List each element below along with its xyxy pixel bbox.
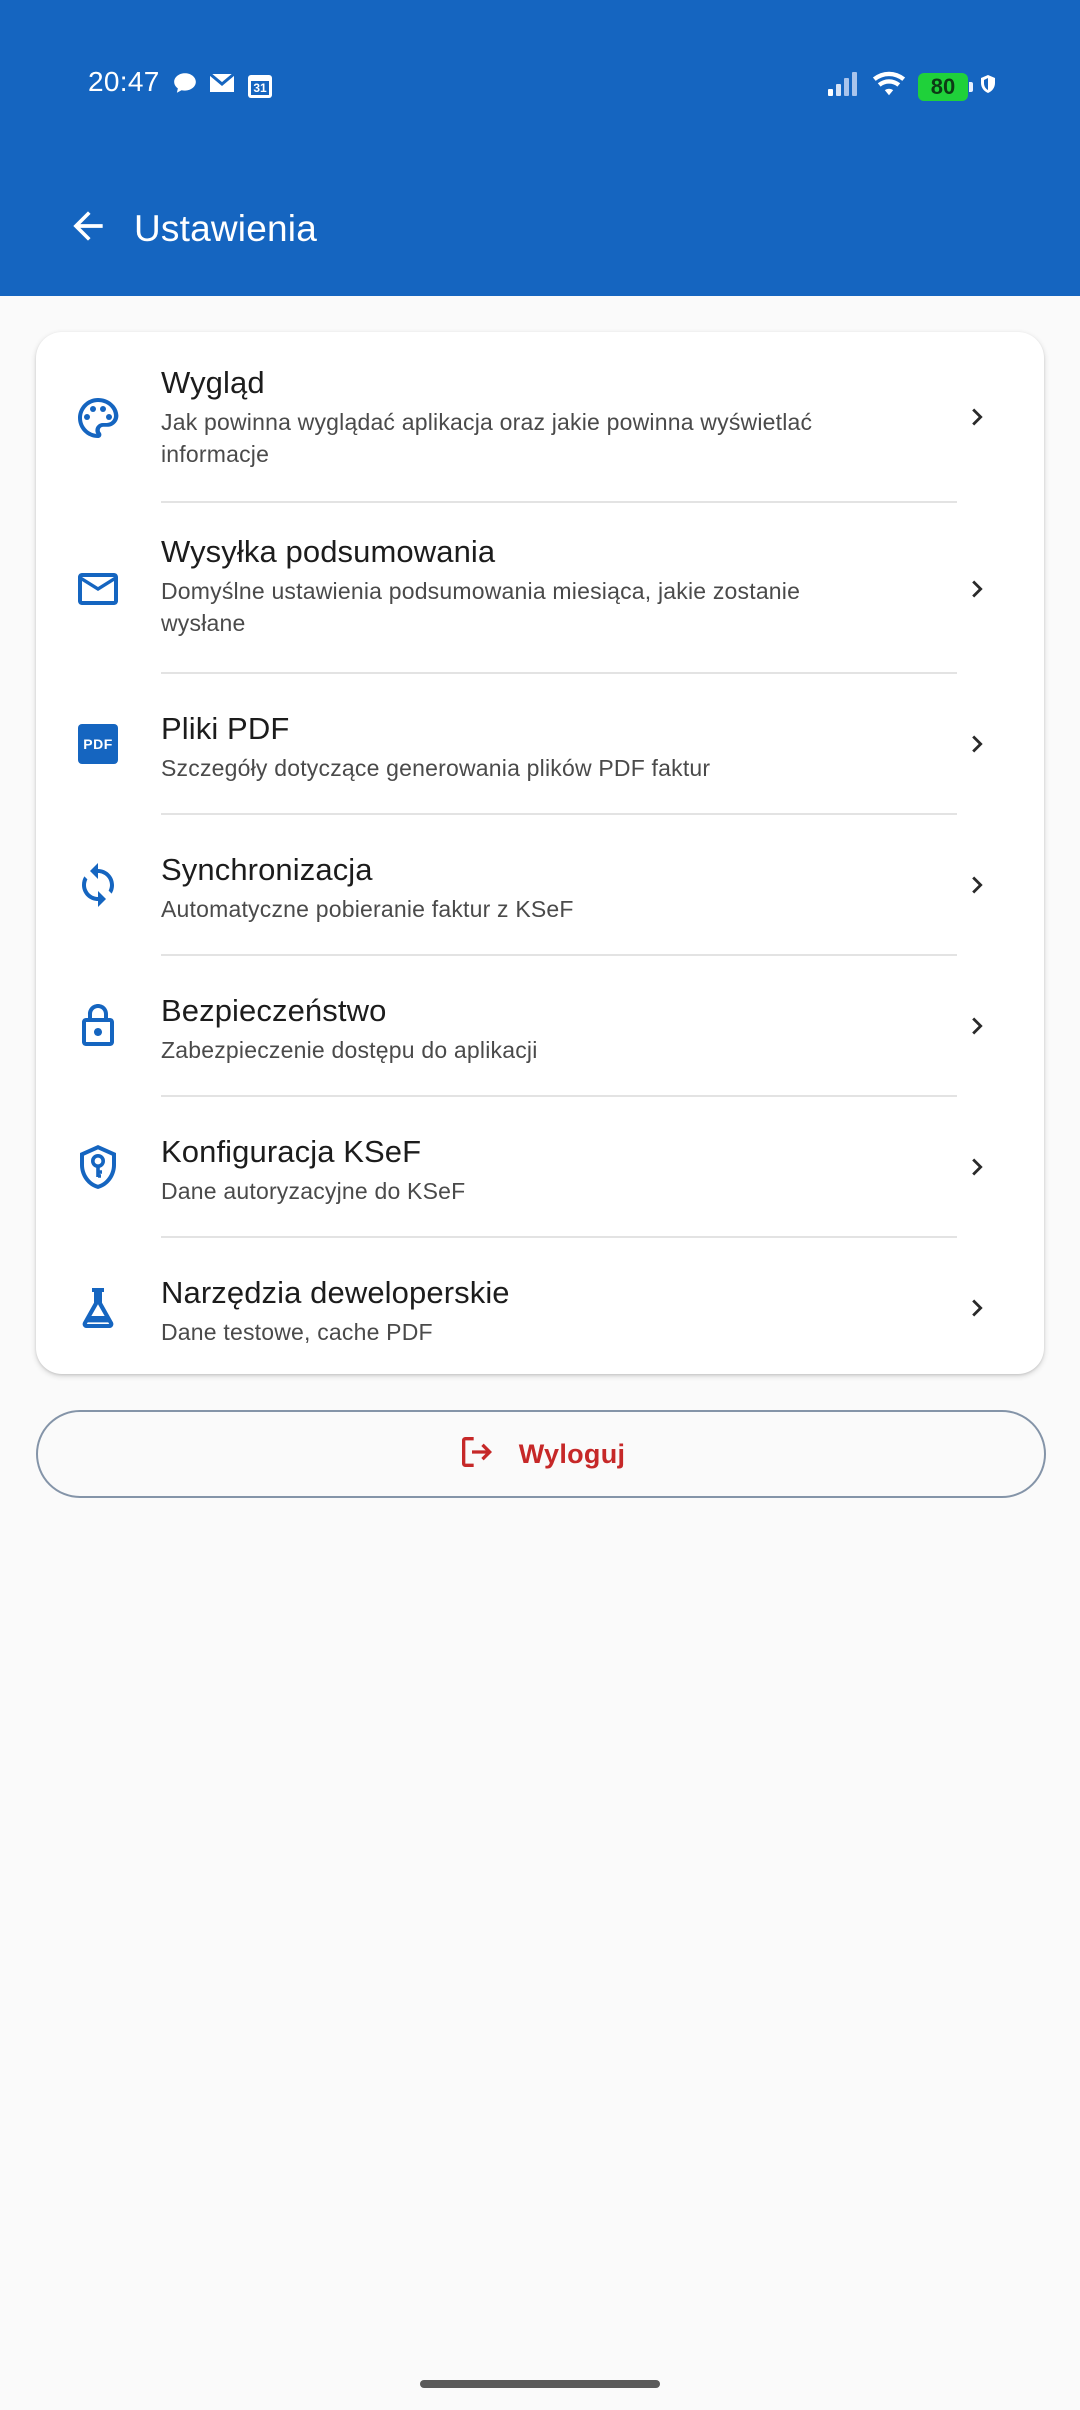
wifi-icon xyxy=(872,70,906,103)
shield-key-icon xyxy=(72,1141,124,1193)
back-button[interactable] xyxy=(60,200,116,256)
calendar-icon: 31 xyxy=(246,72,274,100)
arrow-back-icon xyxy=(66,204,110,253)
mail-icon xyxy=(208,71,236,100)
settings-item-title: Wygląd xyxy=(161,365,265,400)
settings-item-summary-sending[interactable]: Wysyłka podsumowania Domyślne ustawienia… xyxy=(36,503,1044,673)
settings-item-subtitle: Szczegóły dotyczące generowania plików P… xyxy=(161,755,711,781)
settings-item-text: Konfiguracja KSeF Dane autoryzacyjne do … xyxy=(161,1133,861,1207)
settings-item-ksef-config[interactable]: Konfiguracja KSeF Dane autoryzacyjne do … xyxy=(36,1097,1044,1237)
status-time: 20:47 xyxy=(88,66,160,97)
status-system-icons: 80 xyxy=(826,70,996,103)
chat-bubble-icon xyxy=(172,70,198,101)
settings-item-appearance[interactable]: Wygląd Jak powinna wyglądać aplikacja or… xyxy=(36,332,1044,502)
settings-item-title: Bezpieczeństwo xyxy=(161,993,387,1028)
chevron-right-icon xyxy=(960,724,994,764)
chevron-right-icon xyxy=(960,569,994,609)
settings-item-subtitle: Dane testowe, cache PDF xyxy=(161,1319,433,1345)
battery-icon: 80 xyxy=(918,72,973,101)
home-indicator[interactable] xyxy=(420,2380,660,2388)
settings-item-title: Synchronizacja xyxy=(161,852,373,887)
pdf-icon: PDF xyxy=(72,718,124,770)
settings-item-text: Wysyłka podsumowania Domyślne ustawienia… xyxy=(161,533,861,639)
sync-icon xyxy=(72,859,124,911)
settings-card: Wygląd Jak powinna wyglądać aplikacja or… xyxy=(36,332,1044,1374)
chevron-right-icon xyxy=(960,1288,994,1328)
settings-item-subtitle: Automatyczne pobieranie faktur z KSeF xyxy=(161,896,574,922)
calendar-day: 31 xyxy=(253,80,267,95)
signal-icon xyxy=(826,70,860,103)
settings-item-pdf-files[interactable]: PDF Pliki PDF Szczegóły dotyczące genero… xyxy=(36,674,1044,814)
status-bar: 20:47 31 80 xyxy=(0,0,1080,170)
settings-item-developer-tools[interactable]: Narzędzia deweloperskie Dane testowe, ca… xyxy=(36,1238,1044,1374)
toolbar: Ustawienia xyxy=(0,170,1080,296)
logout-button[interactable]: Wyloguj xyxy=(36,1410,1046,1498)
settings-item-security[interactable]: Bezpieczeństwo Zabezpieczenie dostępu do… xyxy=(36,956,1044,1096)
settings-item-title: Konfiguracja KSeF xyxy=(161,1134,422,1169)
settings-item-text: Narzędzia deweloperskie Dane testowe, ca… xyxy=(161,1274,861,1348)
chevron-right-icon xyxy=(960,1147,994,1187)
logout-icon xyxy=(457,1432,497,1477)
status-notification-icons: 31 xyxy=(172,70,274,101)
settings-item-text: Pliki PDF Szczegóły dotyczące generowani… xyxy=(161,710,861,784)
palette-icon xyxy=(72,392,124,444)
settings-item-text: Synchronizacja Automatyczne pobieranie f… xyxy=(161,851,861,925)
settings-item-subtitle: Dane autoryzacyjne do KSeF xyxy=(161,1178,466,1204)
settings-item-subtitle: Jak powinna wyglądać aplikacja oraz jaki… xyxy=(161,409,813,467)
mail-icon xyxy=(72,563,124,615)
chevron-right-icon xyxy=(960,865,994,905)
settings-item-subtitle: Domyślne ustawienia podsumowania miesiąc… xyxy=(161,578,801,636)
chevron-right-icon xyxy=(960,397,994,437)
settings-item-title: Wysyłka podsumowania xyxy=(161,534,496,569)
settings-item-text: Wygląd Jak powinna wyglądać aplikacja or… xyxy=(161,364,861,470)
settings-item-title: Narzędzia deweloperskie xyxy=(161,1275,510,1310)
app-bar: 20:47 31 80 Ustawienia xyxy=(0,0,1080,296)
settings-item-synchronization[interactable]: Synchronizacja Automatyczne pobieranie f… xyxy=(36,815,1044,955)
pdf-icon-label: PDF xyxy=(78,724,118,764)
battery-level: 80 xyxy=(930,73,956,99)
settings-item-text: Bezpieczeństwo Zabezpieczenie dostępu do… xyxy=(161,992,861,1066)
flask-icon xyxy=(72,1282,124,1334)
logout-label: Wyloguj xyxy=(518,1438,626,1469)
vpn-shield-icon xyxy=(980,74,996,99)
page-title: Ustawienia xyxy=(134,208,317,249)
lock-icon xyxy=(72,1000,124,1052)
settings-item-subtitle: Zabezpieczenie dostępu do aplikacji xyxy=(161,1037,538,1063)
settings-item-title: Pliki PDF xyxy=(161,711,290,746)
chevron-right-icon xyxy=(960,1006,994,1046)
